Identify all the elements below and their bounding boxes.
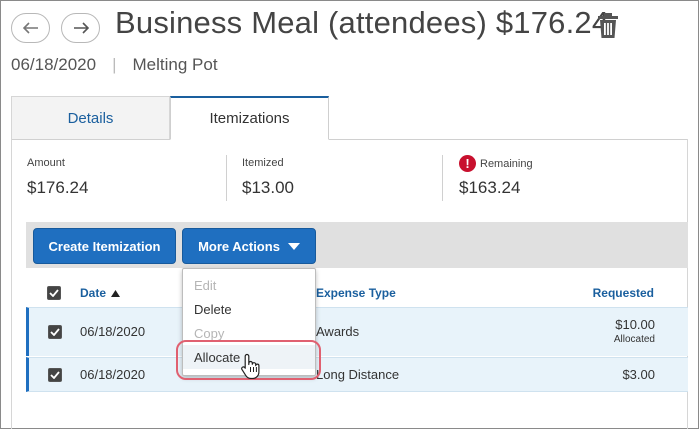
summary-divider xyxy=(442,155,443,201)
menu-item-delete[interactable]: Delete xyxy=(194,302,232,317)
create-itemization-button[interactable]: Create Itemization xyxy=(33,228,176,264)
row-requested: $3.00 xyxy=(622,367,655,382)
caret-down-icon xyxy=(287,242,300,250)
menu-item-edit: Edit xyxy=(194,278,217,293)
row-checkbox[interactable] xyxy=(48,368,62,382)
row-expense-type: Long Distance xyxy=(316,367,400,382)
check-icon xyxy=(50,371,60,379)
menu-item-copy: Copy xyxy=(194,326,225,341)
row-date: 06/18/2020 xyxy=(80,324,146,339)
hand-pointer-icon xyxy=(241,353,260,379)
delete-expense-button[interactable] xyxy=(597,13,619,39)
subline-separator: | xyxy=(112,55,117,74)
row-checkbox[interactable] xyxy=(48,325,62,339)
table-header: Date Expense Type Requested xyxy=(26,280,688,306)
arrow-right-icon xyxy=(73,22,89,34)
amount-summary: Amount $176.24 xyxy=(27,157,88,203)
page-title: Business Meal (attendees) $176.24 xyxy=(115,5,610,40)
more-actions-label: More Actions xyxy=(198,238,280,254)
row-expense-type: Awards xyxy=(316,324,360,339)
select-all-checkbox[interactable] xyxy=(47,286,61,300)
expense-date: 06/18/2020 xyxy=(11,55,97,74)
itemized-value: $13.00 xyxy=(242,178,294,197)
column-date[interactable]: Date xyxy=(80,286,121,300)
remaining-label: Remaining xyxy=(480,157,533,170)
error-icon: ! xyxy=(459,155,476,172)
check-icon xyxy=(49,289,59,297)
table-row[interactable]: 06/18/2020 Long Distance $3.00 xyxy=(26,357,688,392)
check-icon xyxy=(50,328,60,336)
table-row[interactable]: 06/18/2020 Awards $10.00 Allocated xyxy=(26,307,688,356)
remaining-summary: ! Remaining $163.24 xyxy=(459,155,533,201)
column-date-label: Date xyxy=(80,286,107,300)
column-requested[interactable]: Requested xyxy=(593,286,654,300)
itemized-label: Itemized xyxy=(242,157,284,169)
sort-ascending-icon xyxy=(111,290,121,297)
create-itemization-label: Create Itemization xyxy=(48,238,161,254)
row-requested: $10.00 xyxy=(615,317,655,332)
arrow-left-icon xyxy=(22,22,38,34)
back-button[interactable] xyxy=(11,13,50,43)
forward-button[interactable] xyxy=(61,13,100,43)
tab-itemizations[interactable]: Itemizations xyxy=(170,96,329,140)
trash-icon xyxy=(598,13,618,38)
column-expense-type[interactable]: Expense Type xyxy=(316,286,396,300)
expense-subline: 06/18/2020 | Melting Pot xyxy=(11,55,218,75)
row-date: 06/18/2020 xyxy=(80,367,146,382)
remaining-value: $163.24 xyxy=(459,178,521,197)
allocated-note: Allocated xyxy=(613,334,655,345)
more-actions-button[interactable]: More Actions xyxy=(182,228,316,264)
summary-divider xyxy=(226,155,227,201)
vendor-name: Melting Pot xyxy=(132,55,218,74)
amount-value: $176.24 xyxy=(27,178,89,197)
amount-label: Amount xyxy=(27,157,65,169)
tab-details[interactable]: Details xyxy=(11,96,170,140)
itemized-summary: Itemized $13.00 xyxy=(242,157,294,203)
